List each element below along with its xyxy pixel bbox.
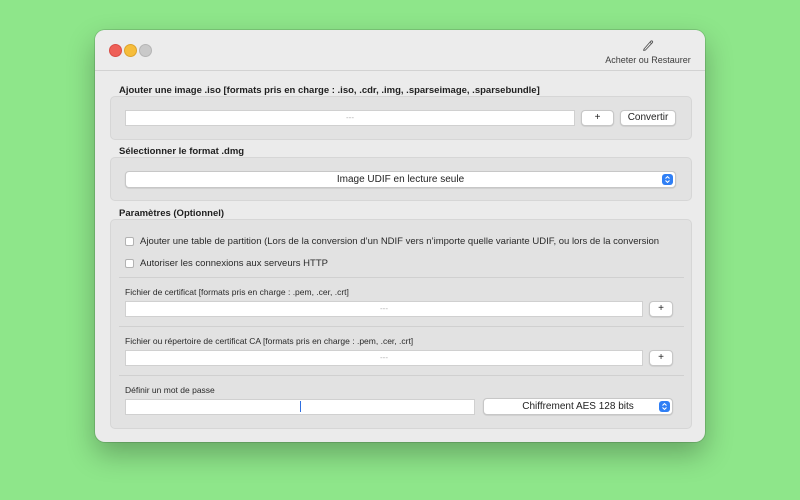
http-checkbox[interactable]: [125, 259, 134, 268]
partition-checkbox[interactable]: [125, 237, 134, 246]
add-cert-button[interactable]: +: [649, 301, 673, 317]
app-window: Acheter ou Restaurer Ajouter une image .…: [95, 30, 705, 442]
http-checkbox-label: Autoriser les connexions aux serveurs HT…: [140, 258, 328, 269]
text-cursor: [300, 401, 301, 412]
password-label: Définir un mot de passe: [125, 385, 215, 395]
title-bar: Acheter ou Restaurer: [95, 30, 705, 71]
iso-path-field[interactable]: ---: [125, 110, 575, 126]
add-image-button[interactable]: +: [581, 110, 614, 126]
buy-restore-toolbar-item[interactable]: Acheter ou Restaurer: [603, 38, 693, 65]
close-window-button[interactable]: [109, 44, 122, 57]
format-section-title: Sélectionner le format .dmg: [119, 146, 245, 157]
image-section-title: Ajouter une image .iso [formats pris en …: [119, 85, 540, 96]
zoom-window-button: [139, 44, 152, 57]
divider: [119, 375, 684, 376]
add-ca-button[interactable]: +: [649, 350, 673, 366]
partition-checkbox-label: Ajouter une table de partition (Lors de …: [140, 236, 660, 247]
pen-icon: [603, 38, 693, 52]
chevron-updown-icon: [659, 401, 670, 412]
cert-path-field[interactable]: ---: [125, 301, 643, 317]
ca-path-field[interactable]: ---: [125, 350, 643, 366]
encryption-select[interactable]: Chiffrement AES 128 bits: [483, 398, 673, 415]
dmg-format-value: Image UDIF en lecture seule: [336, 174, 465, 185]
format-section-box: Image UDIF en lecture seule: [110, 157, 692, 201]
ca-label: Fichier ou répertoire de certificat CA […: [125, 336, 414, 346]
params-section-title: Paramètres (Optionnel): [119, 208, 225, 219]
cert-label: Fichier de certificat [formats pris en c…: [125, 287, 349, 297]
divider: [119, 326, 684, 327]
convert-button[interactable]: Convertir: [620, 110, 676, 126]
encryption-value: Chiffrement AES 128 bits: [522, 401, 634, 412]
chevron-updown-icon: [662, 174, 673, 185]
image-section-box: --- + Convertir: [110, 96, 692, 140]
dmg-format-select[interactable]: Image UDIF en lecture seule: [125, 171, 676, 188]
divider: [119, 277, 684, 278]
minimize-window-button[interactable]: [124, 44, 137, 57]
buy-restore-label: Acheter ou Restaurer: [605, 55, 691, 65]
